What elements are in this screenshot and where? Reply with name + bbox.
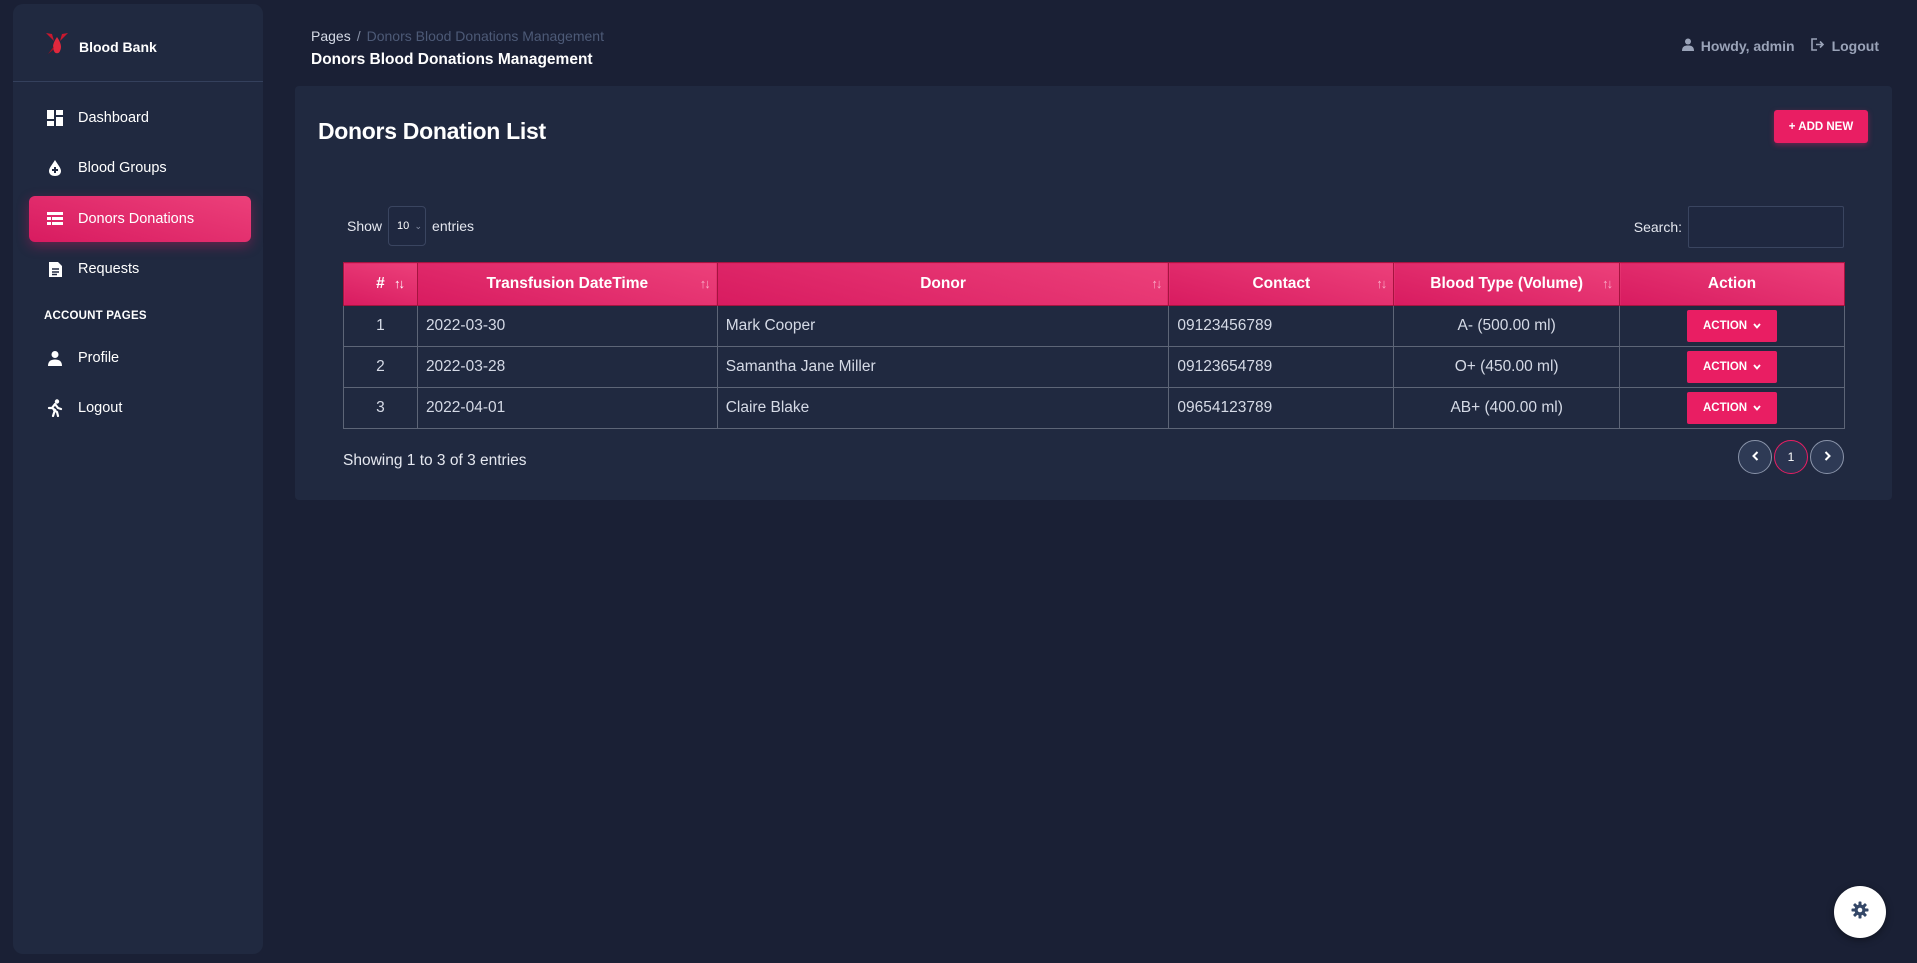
sort-icon: ↑↓ bbox=[1151, 276, 1162, 291]
row-contact: 09123654789 bbox=[1168, 346, 1395, 388]
sort-icon: ↑↓ bbox=[1376, 276, 1387, 291]
card-title: Donors Donation List bbox=[318, 118, 546, 144]
logout-link[interactable]: Logout bbox=[1810, 38, 1879, 54]
column-header-number[interactable]: # ↑↓ bbox=[343, 262, 418, 306]
blood-bank-logo-icon bbox=[43, 30, 71, 63]
row-datetime: 2022-04-01 bbox=[416, 387, 718, 429]
pagination: 1 bbox=[1738, 440, 1844, 474]
sidebar: Blood Bank Dashboard Blood Groups Donors… bbox=[13, 4, 263, 954]
brand[interactable]: Blood Bank bbox=[43, 30, 157, 63]
running-person-icon bbox=[46, 399, 64, 417]
row-datetime: 2022-03-30 bbox=[416, 305, 718, 347]
row-action-cell: ACTION bbox=[1619, 346, 1845, 388]
chevron-down-icon bbox=[1753, 402, 1761, 414]
donation-list-card: Donors Donation List + ADD NEW Show 10 ⌄… bbox=[295, 86, 1892, 500]
row-number: 1 bbox=[343, 305, 418, 347]
entries-select[interactable]: 10 ⌄ bbox=[388, 206, 427, 246]
search-label: Search: bbox=[1633, 219, 1682, 235]
brand-name: Blood Bank bbox=[79, 38, 157, 55]
column-header-contact[interactable]: Contact ↑↓ bbox=[1168, 262, 1395, 306]
column-header-datetime[interactable]: Transfusion DateTime ↑↓ bbox=[416, 262, 718, 306]
search-input[interactable] bbox=[1688, 206, 1844, 248]
top-right-nav: Howdy, admin Logout bbox=[1681, 38, 1879, 54]
row-contact: 09123456789 bbox=[1168, 305, 1395, 347]
sidebar-item-label: Donors Donations bbox=[78, 211, 195, 227]
row-action-cell: ACTION bbox=[1619, 387, 1845, 429]
column-header-action: Action bbox=[1619, 262, 1845, 306]
entries-select-value: 10 bbox=[397, 220, 410, 232]
table-row: 2 2022-03-28 Samantha Jane Miller 091236… bbox=[343, 346, 1845, 388]
gear-icon bbox=[1851, 901, 1869, 924]
document-icon bbox=[46, 260, 64, 278]
next-page-button[interactable] bbox=[1810, 440, 1844, 474]
sidebar-item-label: Dashboard bbox=[78, 110, 149, 126]
sidebar-item-logout[interactable]: Logout bbox=[29, 385, 251, 431]
row-donor: Claire Blake bbox=[716, 387, 1170, 429]
chevron-down-icon bbox=[1753, 361, 1761, 373]
sort-icon: ↑↓ bbox=[1602, 276, 1613, 291]
table-info: Showing 1 to 3 of 3 entries bbox=[343, 452, 527, 469]
action-dropdown-button[interactable]: ACTION bbox=[1687, 351, 1778, 383]
logout-label: Logout bbox=[1831, 38, 1879, 54]
sidebar-item-profile[interactable]: Profile bbox=[29, 335, 251, 381]
sidebar-item-requests[interactable]: Requests bbox=[29, 246, 251, 292]
row-action-cell: ACTION bbox=[1619, 305, 1845, 347]
action-dropdown-button[interactable]: ACTION bbox=[1687, 392, 1778, 424]
column-header-donor[interactable]: Donor ↑↓ bbox=[716, 262, 1170, 306]
dashboard-icon bbox=[46, 109, 64, 127]
breadcrumb-root[interactable]: Pages bbox=[311, 28, 351, 44]
sort-icon: ↑↓ bbox=[394, 276, 405, 291]
action-dropdown-button[interactable]: ACTION bbox=[1687, 310, 1778, 342]
row-blood-type: AB+ (400.00 ml) bbox=[1393, 387, 1621, 429]
page-title: Donors Blood Donations Management bbox=[311, 51, 593, 68]
table-list-icon bbox=[46, 210, 64, 228]
account-pages-heading: ACCOUNT PAGES bbox=[44, 310, 147, 322]
row-number: 3 bbox=[343, 387, 418, 429]
sidebar-item-label: Profile bbox=[78, 350, 120, 366]
user-greeting: Howdy, admin bbox=[1700, 38, 1795, 54]
row-donor: Mark Cooper bbox=[716, 305, 1170, 347]
previous-page-button[interactable] bbox=[1738, 440, 1772, 474]
row-blood-type: A- (500.00 ml) bbox=[1393, 305, 1621, 347]
sidebar-divider bbox=[13, 81, 263, 82]
person-icon bbox=[46, 349, 64, 367]
row-contact: 09654123789 bbox=[1168, 387, 1395, 429]
show-label: Show bbox=[347, 218, 383, 234]
row-datetime: 2022-03-28 bbox=[416, 346, 718, 388]
row-number: 2 bbox=[343, 346, 418, 388]
add-new-button[interactable]: + ADD NEW bbox=[1774, 110, 1868, 143]
table-row: 1 2022-03-30 Mark Cooper 09123456789 A- … bbox=[343, 305, 1845, 347]
blood-drop-icon bbox=[46, 159, 64, 177]
chevron-right-icon bbox=[1824, 450, 1831, 464]
sign-out-icon bbox=[1810, 38, 1825, 54]
breadcrumb-current: Donors Blood Donations Management bbox=[366, 28, 604, 44]
table-search: Search: bbox=[1634, 206, 1844, 248]
entries-length-control: Show 10 ⌄ entries bbox=[347, 206, 474, 246]
entries-label: entries bbox=[432, 218, 475, 234]
chevron-down-icon bbox=[1753, 320, 1761, 332]
sidebar-item-label: Blood Groups bbox=[78, 160, 167, 176]
chevron-left-icon bbox=[1751, 450, 1759, 464]
breadcrumb-separator: / bbox=[356, 28, 361, 44]
row-donor: Samantha Jane Miller bbox=[716, 346, 1170, 388]
sidebar-item-label: Logout bbox=[78, 400, 123, 416]
sidebar-item-blood-groups[interactable]: Blood Groups bbox=[29, 145, 251, 191]
column-header-blood-type[interactable]: Blood Type (Volume) ↑↓ bbox=[1393, 262, 1621, 306]
table-header-row: # ↑↓ Transfusion DateTime ↑↓ Donor ↑↓ Conta… bbox=[343, 262, 1845, 306]
donations-table: # ↑↓ Transfusion DateTime ↑↓ Donor ↑↓ Conta… bbox=[343, 262, 1845, 429]
settings-button[interactable] bbox=[1834, 886, 1886, 938]
table-row: 3 2022-04-01 Claire Blake 09654123789 AB… bbox=[343, 387, 1845, 429]
sidebar-item-dashboard[interactable]: Dashboard bbox=[29, 95, 251, 141]
row-blood-type: O+ (450.00 ml) bbox=[1393, 346, 1621, 388]
sort-icon: ↑↓ bbox=[699, 276, 711, 291]
page-button-current[interactable]: 1 bbox=[1774, 440, 1808, 474]
user-menu[interactable]: Howdy, admin bbox=[1681, 38, 1795, 54]
user-icon bbox=[1681, 38, 1694, 54]
sidebar-item-donors-donations[interactable]: Donors Donations bbox=[29, 196, 251, 242]
breadcrumb: Pages / Donors Blood Donations Management bbox=[311, 28, 604, 44]
chevron-down-icon: ⌄ bbox=[414, 221, 423, 231]
sidebar-item-label: Requests bbox=[78, 261, 140, 277]
